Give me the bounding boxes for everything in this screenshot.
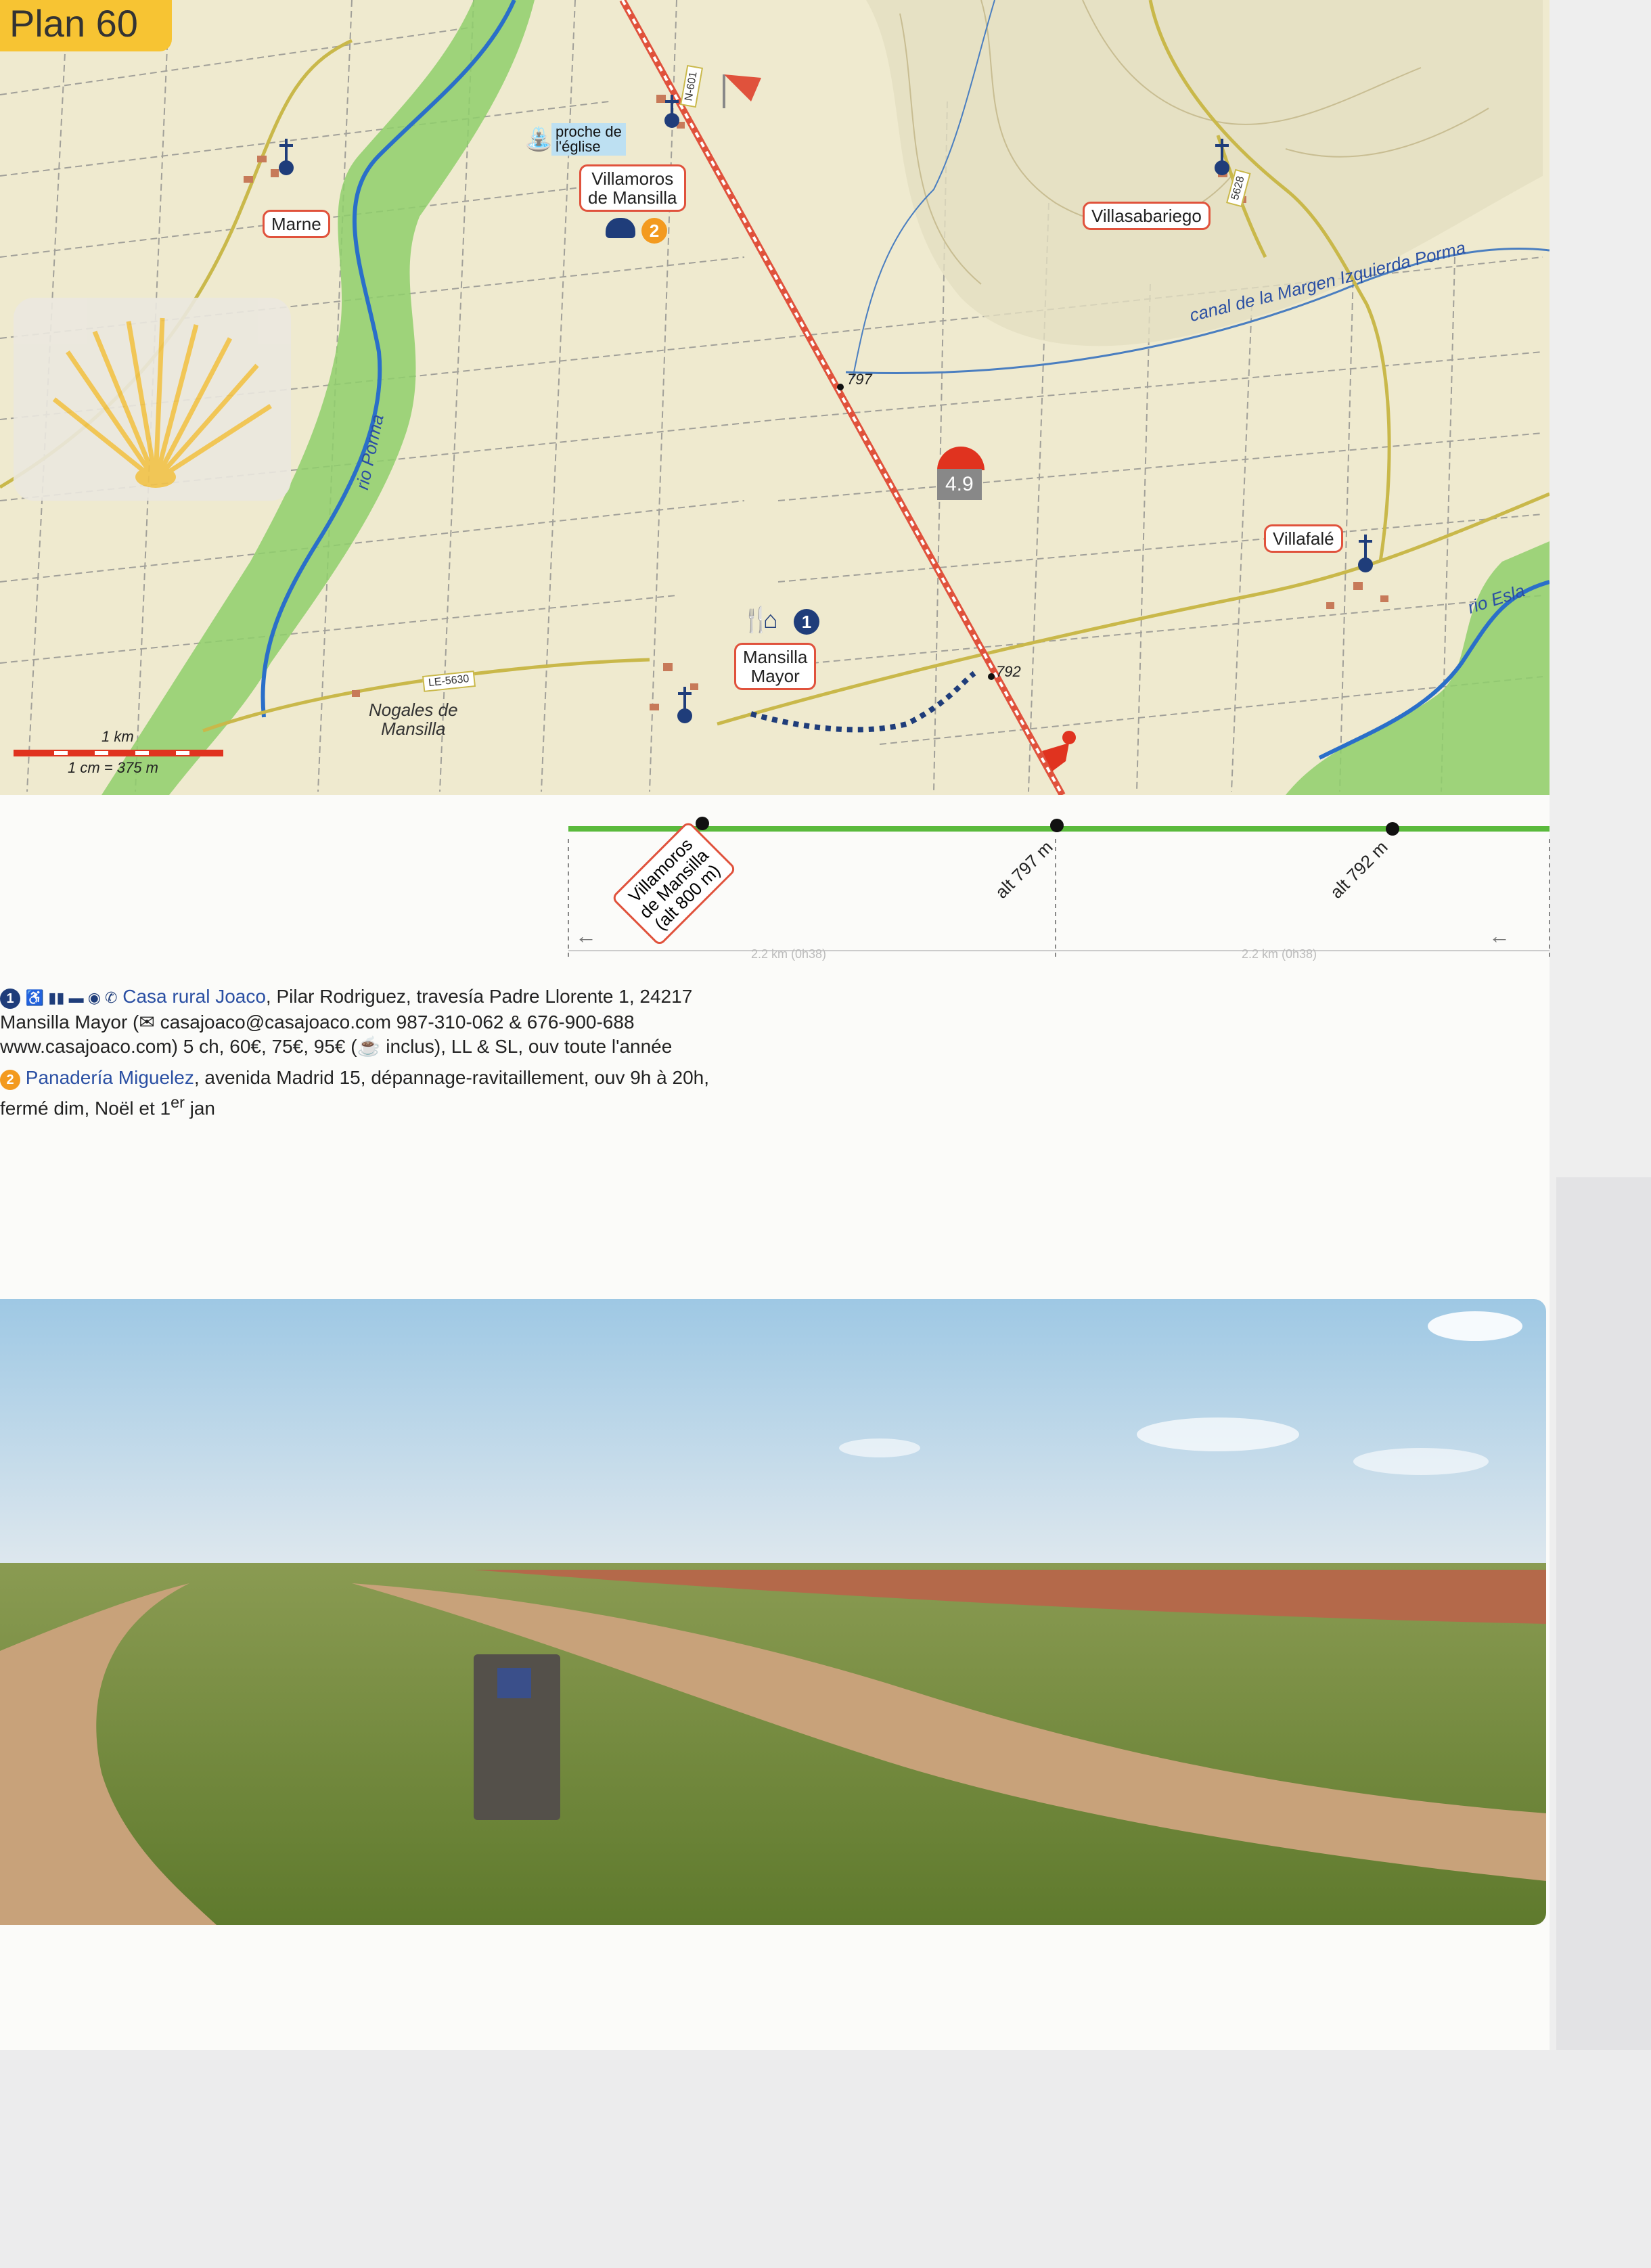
- entry-sup-pre: 1: [160, 1097, 171, 1118]
- place-label-mansilla-mayor: Mansilla Mayor: [734, 643, 817, 690]
- email-icon: ✉: [139, 1011, 160, 1033]
- listing-text: 1 ♿ ▮▮ ▬ ◉ ✆ Casa rural Joaco, Pilar Rod…: [0, 984, 758, 1127]
- place-label-villafale: Villafalé: [1264, 524, 1343, 553]
- water-tap-icon: ⛲: [524, 127, 553, 152]
- listing-entry-1: 1 ♿ ▮▮ ▬ ◉ ✆ Casa rural Joaco, Pilar Rod…: [0, 984, 758, 1059]
- amenity-icons: ♿ ▮▮ ▬ ◉ ✆: [25, 989, 118, 1006]
- bakery-icon: [606, 218, 635, 238]
- route-map: Plan 60 Marne Villamoros de Mansilla Vil…: [0, 0, 1550, 795]
- entry-number: 1: [0, 989, 20, 1009]
- flag-icon: [723, 74, 761, 108]
- place-label-marne: Marne: [263, 210, 330, 238]
- profile-distance-1: 2.2 km (0h38): [751, 947, 827, 961]
- listing-entry-2: 2 Panadería Miguelez, avenida Madrid 15,…: [0, 1066, 758, 1120]
- water-note: proche de l'église: [551, 123, 626, 156]
- place-label-nogales: Nogales de Mansilla: [369, 700, 458, 739]
- entry-sup: er: [171, 1093, 185, 1111]
- profile-arrow-left: ←: [575, 924, 597, 948]
- scallop-shell-icon: [14, 298, 291, 501]
- km-marker: 4.9: [937, 469, 982, 500]
- place-label-villamoros: Villamoros de Mansilla: [579, 164, 686, 212]
- entry-number: 2: [0, 1069, 20, 1090]
- badge-1: 1: [794, 609, 819, 635]
- entry-title: Casa rural Joaco: [122, 986, 266, 1007]
- entry-title: Panadería Miguelez: [25, 1066, 194, 1088]
- photo-drawing: [0, 1299, 1546, 1925]
- coffee-icon: ☕: [357, 1035, 386, 1057]
- altitude-792: 792: [996, 663, 1021, 680]
- entry-email: casajoaco@casajoaco.com: [160, 1011, 391, 1033]
- profile-distance-2: 2.2 km (0h38): [1242, 947, 1317, 961]
- bed-icon: ⌂: [763, 606, 778, 633]
- background-surface: [0, 2050, 1651, 2268]
- scale-km: 1 km: [101, 728, 134, 745]
- altitude-797: 797: [847, 371, 872, 388]
- profile-arrow-right: ←: [1489, 924, 1510, 948]
- entry-text-3: inclus), LL & SL, ouv toute l'année: [386, 1035, 673, 1057]
- entry-text-2: jan: [184, 1097, 216, 1118]
- plan-number-tab: Plan 60: [0, 0, 172, 51]
- badge-2: 2: [641, 218, 667, 244]
- elevation-profile: Villamoros de Mansilla (alt 800 m) alt 7…: [555, 798, 1556, 968]
- landscape-photo: [0, 1299, 1546, 1925]
- scale-ratio: 1 cm = 375 m: [68, 759, 158, 776]
- place-label-villasabariego: Villasabariego: [1083, 202, 1211, 230]
